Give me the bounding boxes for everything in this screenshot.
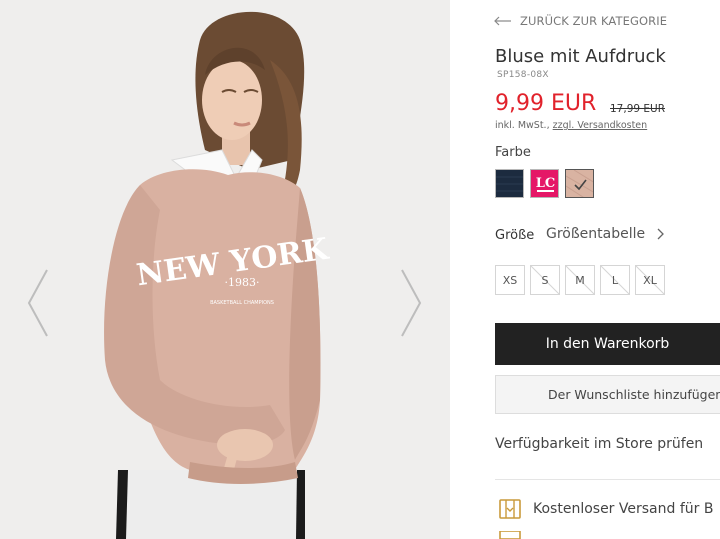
gallery-next-button[interactable]: [398, 268, 424, 338]
divider: [495, 479, 720, 480]
old-price: 17,99 EUR: [610, 103, 666, 115]
swatch-print-text: LC: [536, 176, 556, 191]
size-option-xs[interactable]: XS: [495, 265, 525, 295]
size-option-xl-unavailable[interactable]: XL: [635, 265, 665, 295]
color-swatch-navy[interactable]: [495, 169, 524, 198]
product-sku: SP158-08X: [497, 70, 549, 80]
back-to-category-link[interactable]: ZURÜCK ZUR KATEGORIE: [494, 13, 667, 29]
free-shipping-info: Kostenloser Versand für B: [498, 497, 713, 521]
add-to-wishlist-button[interactable]: Der Wunschliste hinzufügen: [495, 375, 720, 414]
size-chart-link[interactable]: Größentabelle: [546, 226, 665, 242]
free-shipping-text: Kostenloser Versand für B: [533, 501, 714, 517]
product-details-panel: ZURÜCK ZUR KATEGORIE Bluse mit Aufdruck …: [450, 0, 720, 539]
chevron-left-icon: [27, 269, 48, 337]
product-title: Bluse mit Aufdruck: [495, 46, 666, 67]
package-icon: [499, 499, 521, 519]
size-option-label: M: [575, 273, 585, 287]
size-option-label: XL: [643, 273, 657, 287]
size-option-m-unavailable[interactable]: M: [565, 265, 595, 295]
checkmark-icon: [566, 170, 593, 197]
chevron-right-icon: [401, 269, 422, 337]
size-option-s-unavailable[interactable]: S: [530, 265, 560, 295]
current-price: 9,99 EUR: [495, 91, 597, 116]
size-label: Größe: [495, 228, 535, 243]
print-subtitle: BASKETBALL CHAMPIONS: [210, 300, 274, 306]
size-option-label: XS: [502, 273, 518, 287]
tax-note: inkl. MwSt., zzgl. Versandkosten: [495, 120, 647, 131]
shipping-cost-link[interactable]: zzgl. Versandkosten: [553, 120, 648, 131]
store-icon: [499, 531, 521, 539]
check-store-availability-link[interactable]: Verfügbarkeit im Store prüfen: [495, 436, 703, 452]
color-label: Farbe: [495, 145, 531, 160]
size-option-label: S: [541, 273, 549, 287]
product-photo: NEW YORK ·1983· BASKETBALL CHAMPIONS: [0, 0, 450, 539]
chevron-right-icon: [657, 228, 665, 240]
add-to-cart-button[interactable]: In den Warenkorb: [495, 323, 720, 365]
color-swatch-rose-selected[interactable]: [565, 169, 594, 198]
product-gallery: NEW YORK ·1983· BASKETBALL CHAMPIONS: [0, 0, 450, 539]
tax-note-text: inkl. MwSt.,: [495, 120, 550, 131]
print-year: ·1983·: [225, 276, 260, 289]
size-option-l-unavailable[interactable]: L: [600, 265, 630, 295]
size-chart-label: Größentabelle: [546, 226, 646, 242]
back-link-label: ZURÜCK ZUR KATEGORIE: [520, 14, 668, 28]
print-pattern: LC: [536, 176, 556, 192]
gallery-prev-button[interactable]: [25, 268, 51, 338]
knit-texture: [496, 176, 523, 192]
color-swatch-pink[interactable]: LC: [530, 169, 559, 198]
arrow-left-icon: [494, 16, 511, 26]
size-option-label: L: [611, 273, 619, 287]
